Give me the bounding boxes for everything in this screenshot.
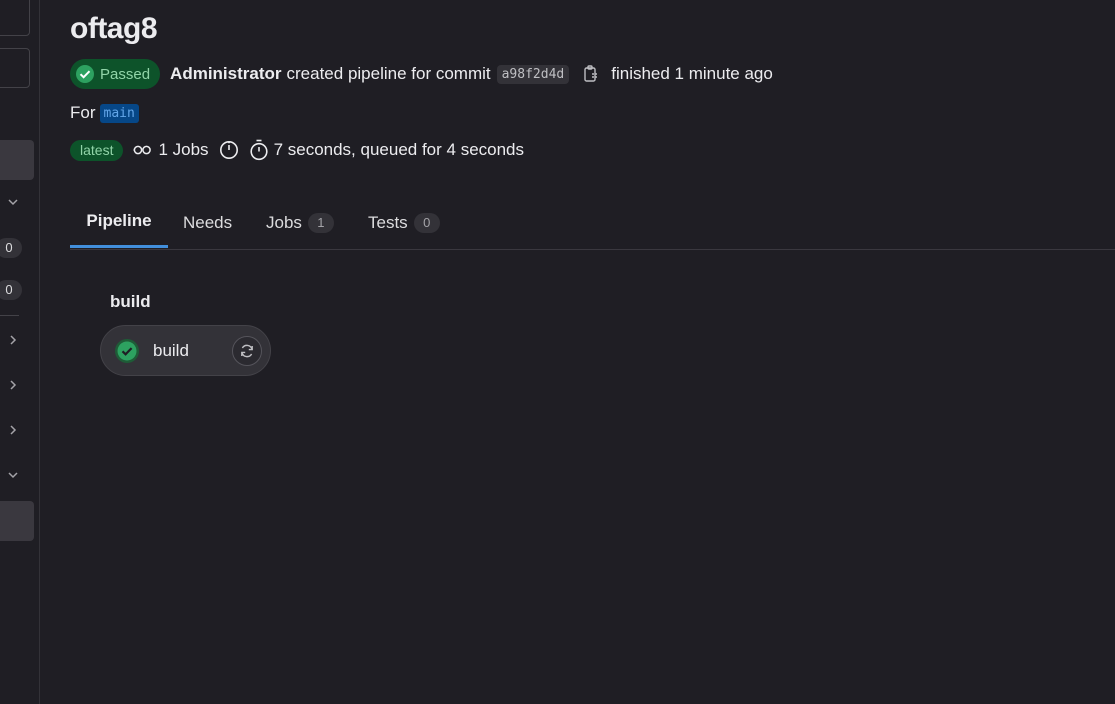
tab-label: Tests <box>368 212 408 232</box>
tab-tests[interactable]: Tests 0 <box>368 197 440 248</box>
tab-label: Needs <box>183 212 233 232</box>
tab-pipeline[interactable]: Pipeline <box>70 197 168 248</box>
finished-text: finished 1 minute ago <box>611 64 773 83</box>
commit-sha-link[interactable]: a98f2d4d <box>496 64 570 84</box>
tab-label: Jobs <box>266 212 302 232</box>
chevron-right-icon[interactable] <box>6 333 20 347</box>
pipeline-summary: Passed Administrator created pipeline fo… <box>70 59 773 89</box>
job-build[interactable]: build <box>100 325 271 376</box>
stopwatch-icon <box>249 139 269 161</box>
sidebar-count-badge: 0 <box>0 280 22 300</box>
pipeline-meta: latest 1 Jobs 7 seconds, queued for 4 se… <box>70 139 524 161</box>
clipboard-icon <box>584 65 598 82</box>
chevron-down-icon[interactable] <box>6 195 20 209</box>
author-link[interactable]: Administrator <box>170 64 281 84</box>
page-title: oftag8 <box>70 12 158 45</box>
tab-label: Pipeline <box>86 211 152 230</box>
chevron-down-icon[interactable] <box>6 468 20 482</box>
success-status-icon <box>115 338 139 363</box>
sidebar-search-box[interactable] <box>0 0 30 36</box>
ref-link[interactable]: main <box>99 103 139 123</box>
for-label: For <box>70 103 96 122</box>
pipeline-jobs-icon <box>133 143 153 157</box>
action-text: created pipeline for commit <box>286 64 491 83</box>
sidebar-count-badge: 0 <box>0 238 22 258</box>
tab-count-badge: 0 <box>413 212 440 233</box>
stage-name: build <box>110 292 151 311</box>
tab-count-badge: 1 <box>307 212 334 233</box>
copy-sha-button[interactable] <box>581 64 601 84</box>
sidebar-divider <box>0 315 19 316</box>
tab-needs[interactable]: Needs <box>183 197 232 248</box>
status-label: Passed <box>100 65 151 83</box>
timer-icon <box>219 140 239 160</box>
retry-button[interactable] <box>232 336 262 366</box>
sidebar-item-active[interactable] <box>0 501 34 541</box>
ref-row: For main <box>70 103 139 123</box>
pipeline-tabs: Pipeline Needs Jobs 1 Tests 0 <box>70 197 1115 250</box>
chevron-right-icon[interactable] <box>6 378 20 392</box>
chevron-right-icon[interactable] <box>6 423 20 437</box>
check-circle-icon <box>76 65 94 83</box>
tab-jobs[interactable]: Jobs 1 <box>266 197 334 248</box>
sidebar-project-box[interactable] <box>0 48 30 88</box>
duration-text: 7 seconds, queued for 4 seconds <box>273 140 525 159</box>
jobs-count-text: 1 Jobs <box>158 140 209 159</box>
retry-icon <box>241 344 253 358</box>
latest-badge: latest <box>70 139 124 161</box>
status-badge[interactable]: Passed <box>70 59 161 89</box>
job-name: build <box>153 340 189 360</box>
sidebar-item-highlighted[interactable] <box>0 140 34 180</box>
left-sidebar: 0 0 <box>0 0 40 704</box>
